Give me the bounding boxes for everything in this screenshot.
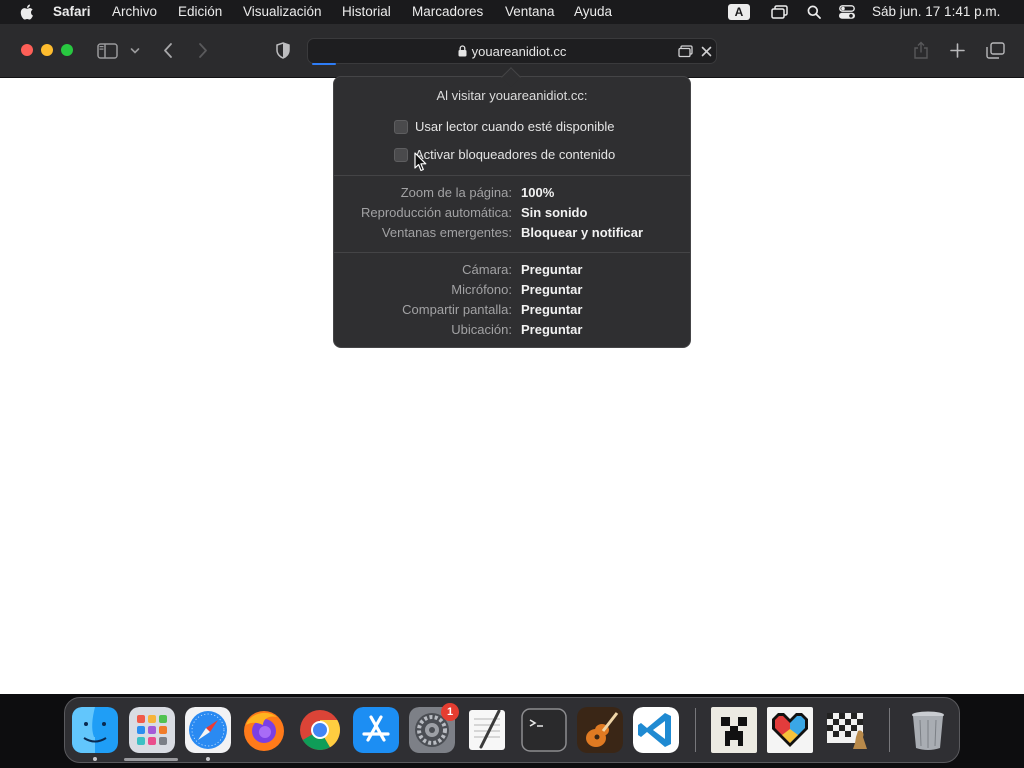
minimize-window-button[interactable]	[41, 44, 53, 56]
permission-label: Cámara:	[462, 262, 512, 277]
creeper-icon[interactable]	[711, 707, 757, 753]
firefox-icon[interactable]	[241, 707, 287, 753]
menu-clock[interactable]: Sáb jun. 17 1:41 p.m.	[872, 4, 1000, 19]
permission-value[interactable]: Preguntar	[521, 322, 582, 337]
menu-visualizacion[interactable]: Visualización	[243, 4, 322, 19]
chevron-down-icon[interactable]	[130, 47, 140, 55]
setting-row-page-zoom[interactable]: Zoom de la página: 100%	[334, 185, 690, 203]
divider	[334, 175, 690, 176]
permission-row-location[interactable]: Ubicación: Preguntar	[334, 322, 690, 340]
share-icon[interactable]	[913, 41, 929, 60]
back-icon[interactable]	[162, 42, 174, 59]
divider	[334, 252, 690, 253]
reader-checkbox[interactable]	[394, 120, 408, 134]
terminal-icon[interactable]	[521, 707, 567, 753]
website-settings-popover: Al visitar youareanidiot.cc: Usar lector…	[333, 67, 691, 348]
setting-row-popups[interactable]: Ventanas emergentes: Bloquear y notifica…	[334, 225, 690, 243]
setting-value[interactable]: Sin sonido	[521, 205, 587, 220]
content-blockers-checkbox-label[interactable]: Activar bloqueadores de contenido	[415, 147, 615, 162]
notification-badge: 1	[441, 703, 459, 721]
permission-label: Compartir pantalla:	[402, 302, 512, 317]
mouse-cursor-icon	[414, 152, 427, 172]
menu-ayuda[interactable]: Ayuda	[574, 4, 612, 19]
popover-title: Al visitar youareanidiot.cc:	[436, 88, 588, 103]
url-text[interactable]: youareanidiot.cc	[472, 44, 567, 59]
menu-edicion[interactable]: Edición	[178, 4, 222, 19]
permission-row-microphone[interactable]: Micrófono: Preguntar	[334, 282, 690, 300]
dock-divider	[889, 708, 890, 752]
close-window-button[interactable]	[21, 44, 33, 56]
menu-ventana[interactable]: Ventana	[505, 4, 555, 19]
launchpad-icon[interactable]	[129, 707, 175, 753]
textedit-icon[interactable]	[465, 707, 511, 753]
setting-label: Reproducción automática:	[360, 205, 512, 220]
forward-icon[interactable]	[197, 42, 209, 59]
running-indicator	[93, 757, 97, 761]
menu-marcadores[interactable]: Marcadores	[412, 4, 483, 19]
reader-icon[interactable]	[678, 45, 693, 58]
garageband-icon[interactable]	[577, 707, 623, 753]
privacy-shield-icon[interactable]	[276, 42, 290, 59]
dock	[64, 697, 960, 763]
zoom-window-button[interactable]	[61, 44, 73, 56]
apple-logo-icon[interactable]	[19, 4, 34, 20]
address-bar[interactable]: youareanidiot.cc	[307, 38, 717, 65]
dock-hover-indicator	[124, 758, 178, 761]
screen-mirroring-icon[interactable]	[771, 5, 789, 19]
permission-value[interactable]: Preguntar	[521, 302, 582, 317]
running-indicator	[206, 757, 210, 761]
reader-checkbox-label[interactable]: Usar lector cuando esté disponible	[415, 119, 614, 134]
setting-value[interactable]: Bloquear y notificar	[521, 225, 643, 240]
content-blockers-checkbox[interactable]	[394, 148, 408, 162]
control-center-icon[interactable]	[839, 5, 855, 19]
loading-progress	[312, 63, 336, 65]
setting-value[interactable]: 100%	[521, 185, 554, 200]
sidebar-icon[interactable]	[97, 43, 118, 59]
safari-icon[interactable]	[185, 707, 231, 753]
permission-value[interactable]: Preguntar	[521, 262, 582, 277]
permission-row-screen-sharing[interactable]: Compartir pantalla: Preguntar	[334, 302, 690, 320]
setting-label: Zoom de la página:	[400, 185, 512, 200]
permission-row-camera[interactable]: Cámara: Preguntar	[334, 262, 690, 280]
setting-label: Ventanas emergentes:	[381, 225, 512, 240]
trash-icon[interactable]	[905, 707, 951, 753]
dock-divider	[695, 708, 696, 752]
tab-overview-icon[interactable]	[986, 42, 1005, 59]
app-store-icon[interactable]	[353, 707, 399, 753]
permission-value[interactable]: Preguntar	[521, 282, 582, 297]
menu-app-name[interactable]: Safari	[53, 4, 91, 19]
input-source-badge[interactable]: A	[728, 4, 750, 20]
permission-label: Ubicación:	[451, 322, 512, 337]
vscode-icon[interactable]	[633, 707, 679, 753]
finder-icon[interactable]	[72, 707, 118, 753]
permission-label: Micrófono:	[451, 282, 512, 297]
new-tab-icon[interactable]	[950, 43, 965, 58]
stop-icon[interactable]	[701, 46, 712, 57]
pixel-heart-icon[interactable]	[767, 707, 813, 753]
menu-historial[interactable]: Historial	[342, 4, 391, 19]
chrome-icon[interactable]	[297, 707, 343, 753]
menu-bar: Safari Archivo Edición Visualización His…	[0, 0, 1024, 24]
spotlight-search-icon[interactable]	[807, 5, 821, 19]
menu-archivo[interactable]: Archivo	[112, 4, 157, 19]
lock-icon	[458, 45, 467, 57]
chess-icon[interactable]	[823, 707, 869, 753]
setting-row-autoplay[interactable]: Reproducción automática: Sin sonido	[334, 205, 690, 223]
